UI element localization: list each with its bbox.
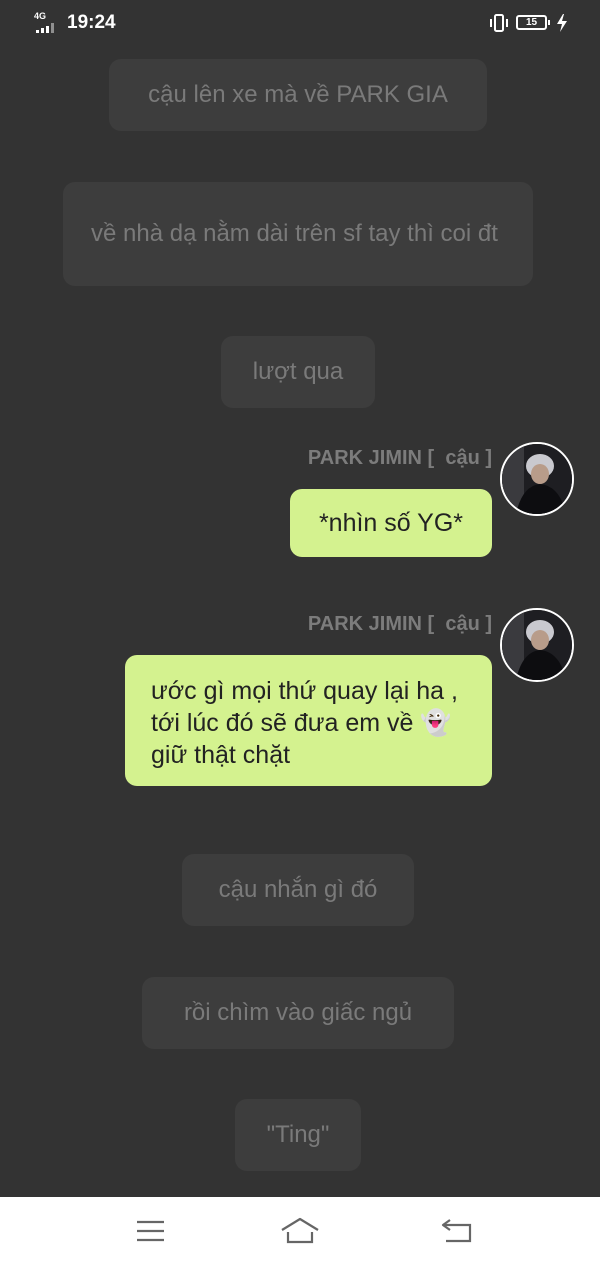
narration-text: cậu nhắn gì đó: [218, 876, 378, 903]
narration-bubble: cậu lên xe mà về PARK GIA: [109, 59, 487, 131]
narration-text: rồi chìm vào giấc ngủ: [183, 999, 413, 1026]
clock: 19:24: [67, 12, 116, 33]
speaker-name: PARK JIMIN [ cậu ]: [307, 447, 492, 469]
narration-text: về nhà dạ nằm dài trên sf tay thì coi đt: [91, 220, 498, 247]
avatar[interactable]: [500, 442, 574, 516]
menu-icon[interactable]: [130, 1214, 170, 1248]
signal-icon: [36, 23, 60, 33]
status-bar: 4G 19:24 15: [0, 0, 600, 46]
narration-bubble: lượt qua: [221, 336, 375, 408]
home-icon[interactable]: [280, 1214, 320, 1248]
navigation-bar: [0, 1197, 600, 1267]
narration-bubble: về nhà dạ nằm dài trên sf tay thì coi đt: [63, 182, 533, 286]
narration-text: lượt qua: [252, 358, 344, 385]
network-type: 4G: [34, 11, 47, 21]
chat-bubble: ước gì mọi thứ quay lại ha , tới lúc đó …: [125, 655, 492, 786]
narration-bubble: "Ting": [235, 1099, 361, 1171]
narration-text: cậu lên xe mà về PARK GIA: [148, 81, 448, 108]
chat-text: ước gì mọi thứ quay lại ha , tới lúc đó …: [151, 677, 458, 737]
avatar[interactable]: [500, 608, 574, 682]
charging-icon: [557, 14, 567, 32]
chat-text-tail: giữ thật chặt: [151, 741, 291, 769]
narration-bubble: rồi chìm vào giấc ngủ: [142, 977, 454, 1049]
chat-text: *nhìn số YG*: [318, 508, 464, 537]
avatar-image: [502, 610, 572, 680]
ghost-emoji: 👻: [420, 709, 452, 737]
vibrate-icon: [490, 14, 508, 32]
narration-text: "Ting": [266, 1121, 330, 1148]
speaker-name: PARK JIMIN [ cậu ]: [307, 613, 492, 635]
narration-bubble: cậu nhắn gì đó: [182, 854, 414, 926]
battery-icon: 15: [516, 15, 550, 30]
avatar-image: [502, 444, 572, 514]
chat-bubble: *nhìn số YG*: [290, 489, 492, 557]
back-icon[interactable]: [437, 1214, 477, 1248]
